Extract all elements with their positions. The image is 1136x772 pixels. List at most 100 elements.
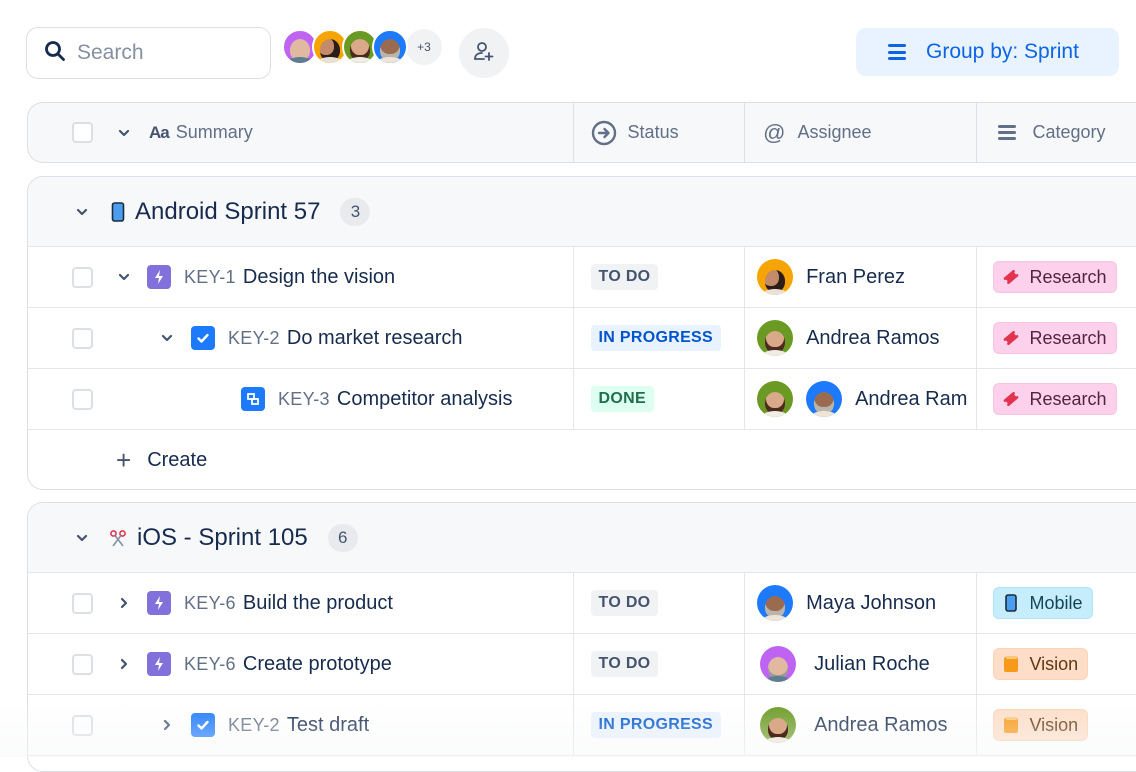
column-header-summary[interactable]: Aa Summary [28,103,574,162]
row-checkbox[interactable] [72,714,93,736]
column-label: Category [1032,122,1106,142]
chevron-right-icon[interactable] [117,657,131,671]
avatar[interactable] [372,29,408,65]
row-checkbox[interactable] [72,266,93,288]
book-icon [1001,715,1021,735]
group-header[interactable]: Android Sprint 57 3 [28,177,1136,247]
task-checkbox-icon [191,713,215,737]
issue-key[interactable]: KEY-2 [228,715,280,736]
category-tag[interactable]: Research [993,383,1117,415]
assignee-cell[interactable]: Andrea Ramos [745,695,978,755]
chevron-right-icon[interactable] [160,718,174,732]
issue-summary[interactable]: Design the vision [243,266,395,289]
ticket-icon [1001,328,1021,348]
row-checkbox[interactable] [72,327,93,349]
issue-key[interactable]: KEY-1 [184,267,236,288]
avatar [757,585,794,621]
group-by-button[interactable]: Group by: Sprint [856,28,1119,76]
column-header-assignee[interactable]: @ Assignee [745,103,978,162]
row-checkbox[interactable] [72,592,93,614]
chevron-down-icon[interactable] [117,270,131,284]
table-row[interactable]: KEY-2 Test draft IN PROGRESS Andrea Ramo… [28,695,1136,756]
plus-icon: + [116,445,132,475]
column-header-status[interactable]: Status [574,103,746,162]
epic-icon [147,265,171,289]
assignee-cell[interactable]: Julian Roche [745,634,978,694]
category-tag[interactable]: Vision [993,709,1089,741]
category-tag[interactable]: Research [993,322,1117,354]
table-row[interactable]: KEY-6 Build the product TO DO Maya Johns… [28,573,1136,634]
assignee-cell[interactable]: Andrea Ramos [745,308,978,368]
status-badge[interactable]: IN PROGRESS [590,712,721,738]
add-people-button[interactable] [459,28,509,78]
assignee-name: Andrea Ram [855,387,968,410]
at-sign-icon: @ [763,119,786,145]
issue-summary[interactable]: Competitor analysis [337,388,513,411]
ticket-icon [1001,267,1021,287]
chevron-down-icon[interactable] [75,531,89,545]
status-cell[interactable]: DONE [574,369,746,429]
search-input[interactable] [77,41,247,65]
status-badge[interactable]: IN PROGRESS [590,325,721,351]
status-cell[interactable]: IN PROGRESS [574,695,746,755]
summary-cell: KEY-2 Do market research [28,308,574,368]
assignee-cell[interactable]: Maya Johnson [745,573,978,633]
mobile-phone-icon [1001,593,1021,613]
create-issue-button[interactable]: + Create [28,430,1136,489]
select-all-checkbox[interactable] [72,122,93,143]
category-tag[interactable]: Vision [993,648,1089,680]
status-cell[interactable]: TO DO [574,247,746,307]
row-checkbox[interactable] [72,653,93,675]
issue-summary[interactable]: Test draft [287,714,369,737]
issue-key[interactable]: KEY-3 [278,389,330,410]
avatar [757,320,794,356]
chevron-right-icon[interactable] [117,596,131,610]
category-tag[interactable]: Research [993,261,1117,293]
group-header[interactable]: iOS - Sprint 105 6 [28,503,1136,573]
row-checkbox[interactable] [72,388,93,410]
category-tag[interactable]: Mobile [993,587,1093,619]
issue-summary[interactable]: Build the product [243,592,393,615]
status-badge[interactable]: TO DO [590,264,659,290]
table-row[interactable]: KEY-2 Do market research IN PROGRESS And… [28,308,1136,369]
category-label: Mobile [1029,592,1083,613]
issue-summary[interactable]: Create prototype [243,653,392,676]
table-row[interactable]: KEY-6 Create prototype TO DO Julian Roch… [28,634,1136,695]
chevron-down-icon[interactable] [117,126,131,140]
avatar-overflow-count[interactable]: +3 [406,29,442,65]
column-header-category[interactable]: Category [977,103,1136,162]
category-cell[interactable]: Vision [977,695,1136,755]
issue-summary[interactable]: Do market research [287,327,463,350]
table-header: Aa Summary Status @ Assignee Category [27,102,1136,163]
table-row[interactable]: KEY-3 Competitor analysis DONE Andrea Ra… [28,369,1136,430]
assignee-cell[interactable]: Andrea Ram [745,369,978,429]
table-row[interactable]: KEY-1 Design the vision TO DO Fran Perez… [28,247,1136,308]
assignee-cell[interactable]: Fran Perez [745,247,978,307]
avatar-group[interactable]: +3 [282,28,442,66]
category-cell[interactable]: Research [977,308,1136,368]
status-badge[interactable]: TO DO [590,590,659,616]
category-cell[interactable]: Vision [977,634,1136,694]
category-cell[interactable]: Mobile [977,573,1136,633]
status-cell[interactable]: TO DO [574,634,746,694]
category-cell[interactable]: Research [977,369,1136,429]
task-checkbox-icon [191,326,215,350]
search-box[interactable] [26,27,271,79]
menu-lines-icon [998,125,1017,140]
chevron-down-icon[interactable] [75,205,89,219]
status-cell[interactable]: TO DO [574,573,746,633]
issue-key[interactable]: KEY-2 [228,328,280,349]
issue-key[interactable]: KEY-6 [184,593,236,614]
status-badge[interactable]: DONE [590,386,654,412]
group-title: iOS - Sprint 105 [137,523,308,551]
status-badge[interactable]: TO DO [590,651,659,677]
mobile-phone-icon [111,201,125,222]
chevron-down-icon[interactable] [160,331,174,345]
assignee-name: Julian Roche [814,652,930,675]
create-label: Create [147,448,208,471]
summary-cell: KEY-6 Create prototype [28,634,574,694]
category-cell[interactable]: Research [977,247,1136,307]
avatar [757,381,794,417]
status-cell[interactable]: IN PROGRESS [574,308,746,368]
issue-key[interactable]: KEY-6 [184,654,236,675]
